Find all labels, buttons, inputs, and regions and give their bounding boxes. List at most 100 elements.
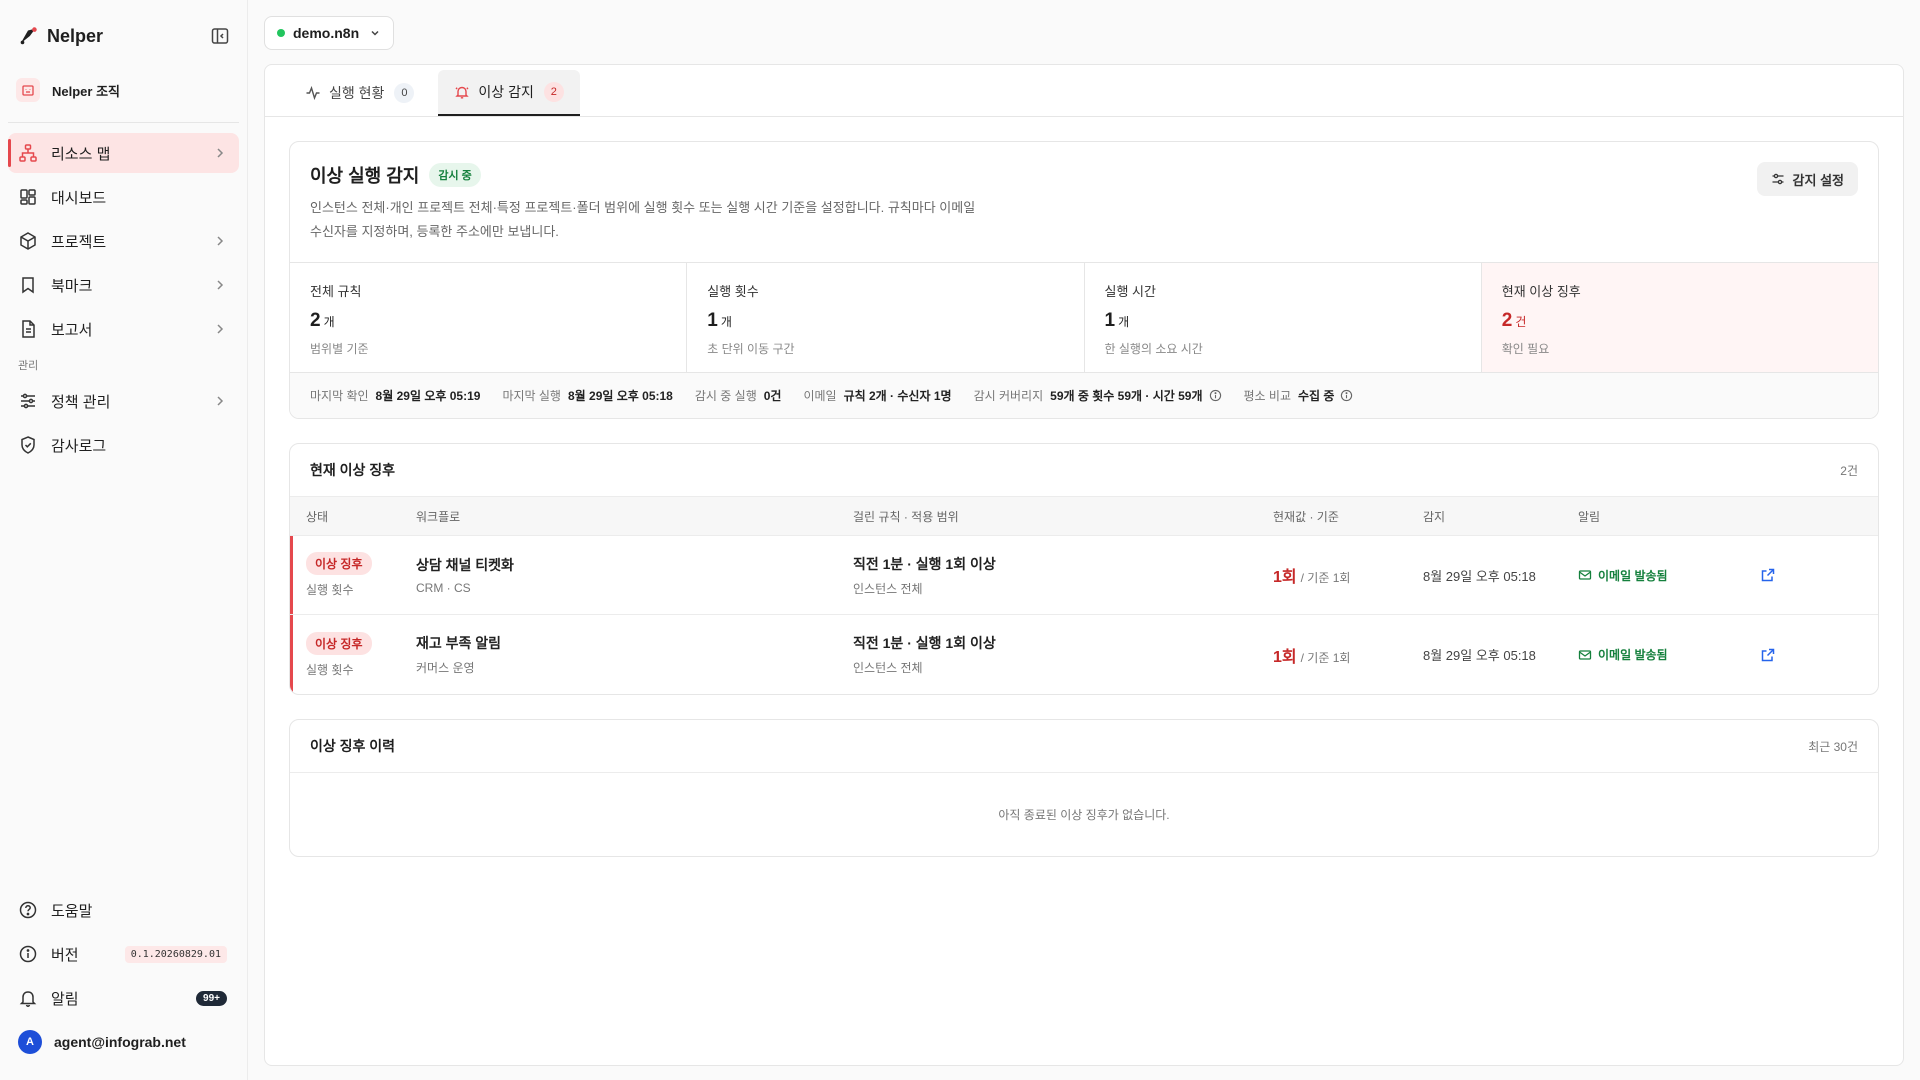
cell-state: 이상 징후 실행 횟수 [306, 552, 416, 598]
sidebar-bottom: 도움말 버전 0.1.20260829.01 알림 99+ A agent@in… [8, 890, 239, 1066]
stat-value: 1개 [707, 310, 1063, 332]
sidebar-item-resource-map[interactable]: 리소스 맵 [8, 133, 239, 173]
stat-value: 1개 [1105, 310, 1461, 332]
cell-alert: 이메일 발송됨 [1578, 646, 1748, 663]
sidebar-item-user[interactable]: A agent@infograb.net [8, 1022, 239, 1062]
stat-unit: 건 [1515, 315, 1527, 329]
sidebar-item-policy[interactable]: 정책 관리 [8, 381, 239, 421]
list-title: 현재 이상 징후 [310, 462, 396, 478]
stat-exec-count: 실행 횟수 1개 초 단위 이동 구간 [687, 263, 1085, 372]
meta-value: 8월 29일 오후 05:19 [375, 389, 481, 403]
stat-total-rules: 전체 규칙 2개 범위별 기준 [290, 263, 688, 372]
table-row[interactable]: 이상 징후 실행 횟수 상담 채널 티켓화 CRM · CS 직전 1분 · 실… [290, 536, 1878, 615]
meta-value: 규칙 2개 · 수신자 1명 [843, 389, 952, 403]
stat-value: 2개 [310, 310, 666, 332]
table-row[interactable]: 이상 징후 실행 횟수 재고 부족 알림 커머스 운영 직전 1분 · 실행 1… [290, 615, 1878, 694]
cell-workflow: 상담 채널 티켓화 CRM · CS [416, 555, 853, 595]
alert-text: 이메일 발송됨 [1598, 568, 1668, 583]
tab-anomaly-detection[interactable]: 이상 감지 2 [438, 70, 580, 116]
detection-settings-button[interactable]: 감지 설정 [1756, 162, 1858, 196]
tab-content: 이상 실행 감지 감시 중 인스턴스 전체·개인 프로젝트 전체·특정 프로젝트… [265, 117, 1903, 905]
cell-workflow: 재고 부족 알림 커머스 운영 [416, 633, 853, 676]
detection-summary-card: 이상 실행 감지 감시 중 인스턴스 전체·개인 프로젝트 전체·특정 프로젝트… [289, 141, 1879, 419]
bookmark-icon [18, 275, 38, 295]
description-line-2: 수신자를 지정하며, 등록한 주소에만 보냅니다. [310, 224, 559, 239]
tab-execution-status[interactable]: 실행 현황 0 [289, 70, 430, 116]
stat-sub: 초 단위 이동 구간 [707, 342, 795, 356]
meta-value: 59개 중 횟수 59개 · 시간 59개 [1050, 389, 1203, 403]
description-line-1: 인스턴스 전체·개인 프로젝트 전체·특정 프로젝트·폴더 범위에 실행 횟수 … [310, 200, 976, 215]
chevron-right-icon [217, 280, 224, 290]
info-icon[interactable] [1209, 389, 1222, 402]
stat-unit: 개 [1118, 315, 1130, 329]
workflow-name: 상담 채널 티켓화 [416, 557, 514, 573]
cell-value: 1회 / 기준 1회 [1273, 563, 1423, 587]
sidebar-item-dashboard[interactable]: 대시보드 [8, 177, 239, 217]
state-sub: 실행 횟수 [306, 662, 354, 677]
help-label: 도움말 [51, 902, 93, 920]
sidebar-collapse-icon[interactable] [210, 26, 230, 46]
cell-value: 1회 / 기준 1회 [1273, 643, 1423, 667]
external-link-icon[interactable] [1760, 647, 1776, 663]
stat-label: 실행 횟수 [707, 284, 759, 299]
brand-name: Nelper [47, 25, 104, 46]
settings-button-label: 감지 설정 [1792, 172, 1844, 188]
current-value: 1회 / 기준 1회 [1273, 569, 1350, 586]
cell-detected: 8월 29일 오후 05:18 [1423, 568, 1536, 584]
tab-count: 0 [394, 83, 415, 103]
bell-alert-icon [455, 86, 470, 99]
anomaly-badge: 이상 징후 [306, 552, 372, 575]
instance-selector[interactable]: demo.n8n [264, 16, 395, 50]
info-icon[interactable] [1340, 389, 1353, 402]
dashboard-icon [18, 187, 38, 207]
sidebar-item-report[interactable]: 보고서 [8, 309, 239, 349]
anomaly-history-card: 이상 징후 이력 최근 30건 아직 종료된 이상 징후가 없습니다. [289, 719, 1879, 857]
list-header: 현재 이상 징후 2건 [290, 444, 1878, 496]
sidebar-item-version: 버전 0.1.20260829.01 [8, 934, 239, 974]
external-link-icon[interactable] [1760, 567, 1776, 583]
sidebar-item-bookmark[interactable]: 북마크 [8, 265, 239, 305]
meta-running: 감시 중 실행 0건 [695, 387, 782, 404]
tab-label: 이상 감지 [478, 84, 534, 100]
notification-count-badge: 99+ [196, 990, 227, 1006]
meta-key: 감시 커버리지 [973, 389, 1044, 403]
meta-email: 이메일 규칙 2개 · 수신자 1명 [803, 387, 951, 404]
cell-detected: 8월 29일 오후 05:18 [1423, 648, 1536, 663]
list-header: 이상 징후 이력 최근 30건 [290, 720, 1878, 772]
scope-text: 인스턴스 전체 [853, 661, 923, 675]
status-badge: 감시 중 [429, 163, 481, 187]
cell-link [1748, 567, 1788, 583]
tab-count: 2 [543, 82, 564, 102]
sidebar: Nelper Nelper 조직 리소스 맵 대시보드 프로젝트 북마크 보고서… [0, 0, 248, 1080]
cell-rule: 직전 1분 · 실행 1회 이상 인스턴스 전체 [853, 633, 1273, 676]
sidebar-item-help[interactable]: 도움말 [8, 890, 239, 930]
stat-sub: 한 실행의 소요 시간 [1104, 342, 1203, 356]
value-base: / 기준 1회 [1300, 571, 1351, 585]
value-number: 1회 [1273, 648, 1297, 666]
meta-bar: 마지막 확인 8월 29일 오후 05:19 마지막 실행 8월 29일 오후 05… [290, 372, 1878, 418]
sidebar-item-audit-log[interactable]: 감사로그 [8, 425, 239, 465]
col-workflow: 워크플로 [416, 509, 461, 524]
meta-key: 평소 비교 [1243, 389, 1292, 403]
sidebar-item-notifications[interactable]: 알림 99+ [8, 978, 239, 1018]
current-value: 1회 / 기준 1회 [1273, 649, 1350, 666]
org-switcher[interactable]: Nelper 조직 [8, 72, 239, 108]
stat-current-anomalies: 현재 이상 징후 2건 확인 필요 [1481, 263, 1878, 372]
sidebar-item-project[interactable]: 프로젝트 [8, 221, 239, 261]
meta-key: 마지막 확인 [310, 389, 369, 403]
chevron-right-icon [217, 396, 224, 406]
org-label: Nelper 조직 [52, 83, 120, 99]
meta-value: 8월 29일 오후 05:18 [567, 389, 673, 403]
meta-key: 마지막 실행 [502, 389, 561, 403]
workflow-name: 재고 부족 알림 [416, 635, 502, 651]
document-icon [18, 319, 38, 339]
sidebar-item-label: 감사로그 [51, 437, 107, 455]
meta-last-check: 마지막 확인 8월 29일 오후 05:19 [310, 387, 480, 404]
box-icon [18, 231, 38, 251]
chevron-right-icon [217, 148, 224, 158]
stat-label: 실행 시간 [1104, 284, 1156, 299]
brand: Nelper [8, 0, 239, 72]
col-alert: 알림 [1578, 509, 1601, 524]
history-range: 최근 30건 [1808, 739, 1858, 754]
sitemap-icon [18, 143, 38, 163]
